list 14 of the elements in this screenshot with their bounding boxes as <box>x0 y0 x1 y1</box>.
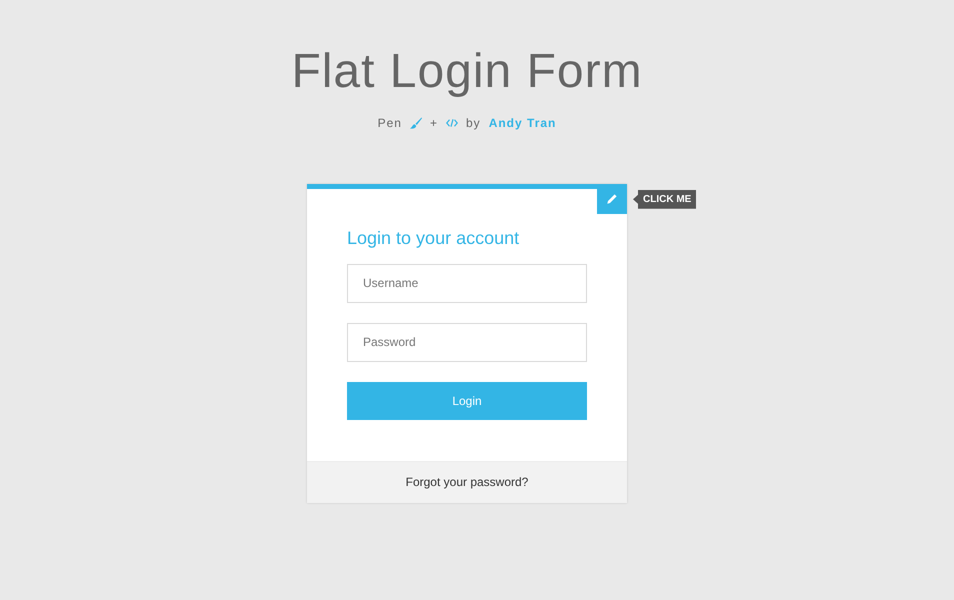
page-title: Flat Login Form <box>290 46 644 99</box>
credit-text: Pen <box>378 114 402 131</box>
input-field[interactable]: Password <box>347 322 587 362</box>
forgot-password-link[interactable]: Forgot your password? <box>406 473 528 492</box>
tooltip: CLICK ME <box>633 190 696 209</box>
paintbrush-icon <box>410 116 422 129</box>
credit-text: by <box>466 114 481 131</box>
login-button[interactable]: Login <box>347 382 587 420</box>
pencil-icon <box>607 194 617 204</box>
code-icon <box>446 118 458 127</box>
author-link[interactable]: Andy Tran <box>488 114 556 131</box>
input-field[interactable]: Username <box>347 264 587 303</box>
plus-sign: + <box>430 114 438 131</box>
form-heading: Login to your account <box>347 226 520 249</box>
